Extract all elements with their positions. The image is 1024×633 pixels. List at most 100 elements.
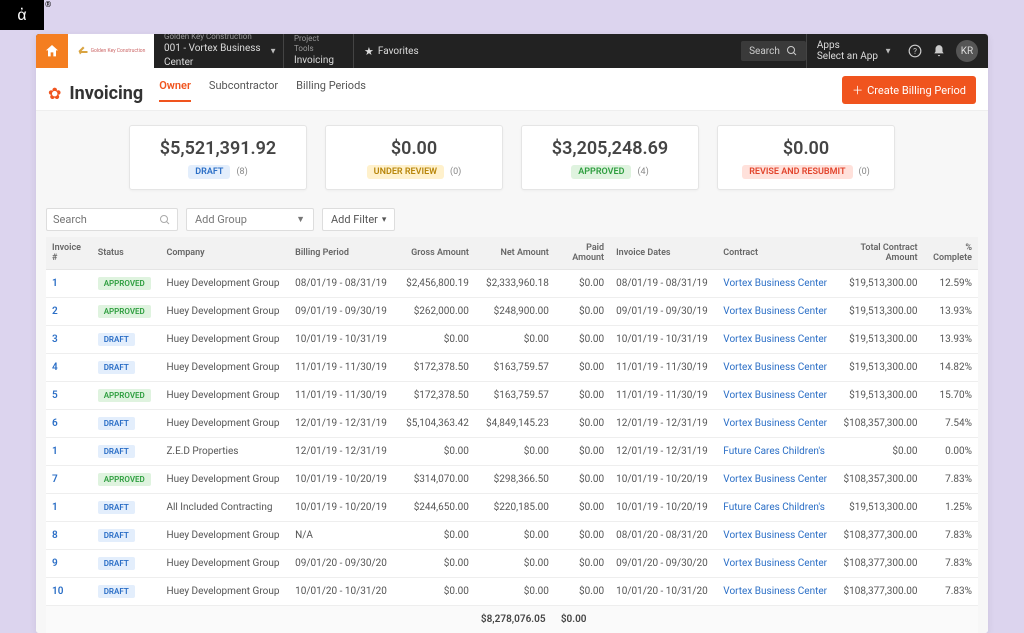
column-header[interactable]: Net Amount xyxy=(475,237,555,270)
table-row[interactable]: 5 APPROVED Huey Development Group 11/01/… xyxy=(46,382,978,410)
invoice-link[interactable]: 9 xyxy=(52,558,58,569)
company-logo[interactable]: Golden Key Construction xyxy=(68,34,154,68)
global-search[interactable]: Search xyxy=(741,34,806,68)
create-billing-period-button[interactable]: ＋ Create Billing Period xyxy=(842,76,976,104)
invoice-link[interactable]: 4 xyxy=(52,362,58,373)
table-row[interactable]: 3 DRAFT Huey Development Group 10/01/19 … xyxy=(46,326,978,354)
contract-link[interactable]: Vortex Business Center xyxy=(723,306,827,317)
stat-pill: REVISE AND RESUBMIT xyxy=(742,165,852,179)
contract-link[interactable]: Vortex Business Center xyxy=(723,586,827,597)
help-icon[interactable]: ? xyxy=(908,44,922,58)
column-header[interactable]: % Complete xyxy=(924,237,978,270)
paid-cell: $0.00 xyxy=(555,550,610,578)
caret-down-icon: ▼ xyxy=(296,214,305,225)
table-row[interactable]: 6 DRAFT Huey Development Group 12/01/19 … xyxy=(46,410,978,438)
invoice-link[interactable]: 1 xyxy=(52,446,58,457)
invoice-link[interactable]: 8 xyxy=(52,530,58,541)
column-header[interactable]: Billing Period xyxy=(289,237,396,270)
contract-link[interactable]: Vortex Business Center xyxy=(723,362,827,373)
invoice-link[interactable]: 1 xyxy=(52,502,58,513)
column-header[interactable]: Contract xyxy=(717,237,834,270)
apps-selector[interactable]: Apps Select an App ▼ xyxy=(806,34,898,68)
stat-pill: DRAFT xyxy=(188,165,230,179)
invoice-link[interactable]: 7 xyxy=(52,474,58,485)
column-header[interactable]: Paid Amount xyxy=(555,237,610,270)
contract-link[interactable]: Vortex Business Center xyxy=(723,278,827,289)
table-row[interactable]: 1 DRAFT All Included Contracting 10/01/1… xyxy=(46,494,978,522)
billing-period-cell: 10/01/20 - 10/31/20 xyxy=(289,578,396,606)
add-filter-button[interactable]: Add Filter ▾ xyxy=(322,208,395,231)
net-cell: $0.00 xyxy=(475,326,555,354)
contract-link[interactable]: Future Cares Children's xyxy=(723,446,825,457)
contract-link[interactable]: Vortex Business Center xyxy=(723,390,827,401)
invoice-link[interactable]: 1 xyxy=(52,278,58,289)
column-header[interactable]: Invoice # xyxy=(46,237,92,270)
project-company-label: Golden Key Construction xyxy=(164,34,265,42)
paid-cell: $0.00 xyxy=(555,326,610,354)
billing-period-cell: 09/01/19 - 09/30/19 xyxy=(289,298,396,326)
column-header[interactable]: Company xyxy=(160,237,289,270)
table-row[interactable]: 10 DRAFT Huey Development Group 10/01/20… xyxy=(46,578,978,606)
table-row[interactable]: 2 APPROVED Huey Development Group 09/01/… xyxy=(46,298,978,326)
billing-period-cell: 10/01/19 - 10/31/19 xyxy=(289,326,396,354)
table-row[interactable]: 4 DRAFT Huey Development Group 11/01/19 … xyxy=(46,354,978,382)
paid-cell: $0.00 xyxy=(555,354,610,382)
home-button[interactable] xyxy=(36,34,68,68)
avatar[interactable]: KR xyxy=(956,40,978,62)
contract-link[interactable]: Vortex Business Center xyxy=(723,530,827,541)
paid-cell: $0.00 xyxy=(555,522,610,550)
stat-card[interactable]: $5,521,391.92 DRAFT (8) xyxy=(129,125,307,190)
net-cell: $2,333,960.18 xyxy=(475,270,555,298)
contract-link[interactable]: Vortex Business Center xyxy=(723,418,827,429)
contract-link[interactable]: Future Cares Children's xyxy=(723,502,825,513)
status-badge: DRAFT xyxy=(98,529,135,542)
stat-card[interactable]: $3,205,248.69 APPROVED (4) xyxy=(521,125,699,190)
bell-icon[interactable] xyxy=(932,44,946,58)
search-input-wrapper[interactable] xyxy=(46,208,178,231)
net-cell: $220,185.00 xyxy=(475,494,555,522)
invoice-link[interactable]: 6 xyxy=(52,418,58,429)
tca-cell: $0.00 xyxy=(834,438,923,466)
contract-link[interactable]: Vortex Business Center xyxy=(723,334,827,345)
gross-cell: $2,456,800.19 xyxy=(396,270,475,298)
table-row[interactable]: 1 DRAFT Z.E.D Properties 12/01/19 - 12/3… xyxy=(46,438,978,466)
contract-link[interactable]: Vortex Business Center xyxy=(723,474,827,485)
tab-subcontractor[interactable]: Subcontractor xyxy=(209,79,278,102)
column-header[interactable]: Total Contract Amount xyxy=(834,237,923,270)
pct-cell: 7.83% xyxy=(924,466,978,494)
invoice-link[interactable]: 5 xyxy=(52,390,58,401)
table-row[interactable]: 9 DRAFT Huey Development Group 09/01/20 … xyxy=(46,550,978,578)
tca-cell: $108,357,300.00 xyxy=(834,466,923,494)
stat-card[interactable]: $0.00 REVISE AND RESUBMIT (0) xyxy=(717,125,895,190)
search-input[interactable] xyxy=(53,213,153,226)
invoice-link[interactable]: 2 xyxy=(52,306,58,317)
invoice-link[interactable]: 10 xyxy=(52,586,63,597)
gear-icon[interactable]: ✿ xyxy=(48,84,61,103)
contract-link[interactable]: Vortex Business Center xyxy=(723,558,827,569)
tab-billing-periods[interactable]: Billing Periods xyxy=(296,79,366,102)
paid-cell: $0.00 xyxy=(555,578,610,606)
tca-cell: $19,513,300.00 xyxy=(834,354,923,382)
add-group-dropdown[interactable]: Add Group ▼ xyxy=(186,208,314,231)
tca-cell: $19,513,300.00 xyxy=(834,382,923,410)
project-selector[interactable]: Golden Key Construction 001 - Vortex Bus… xyxy=(154,34,284,68)
stat-pill: UNDER REVIEW xyxy=(367,165,444,179)
paid-cell: $0.00 xyxy=(555,270,610,298)
column-header[interactable]: Gross Amount xyxy=(396,237,475,270)
favorites-button[interactable]: ★ Favorites xyxy=(354,34,429,68)
invoice-link[interactable]: 3 xyxy=(52,334,58,345)
net-cell: $248,900.00 xyxy=(475,298,555,326)
tools-label: Project Tools xyxy=(294,34,335,53)
stat-card[interactable]: $0.00 UNDER REVIEW (0) xyxy=(325,125,503,190)
table-row[interactable]: 7 APPROVED Huey Development Group 10/01/… xyxy=(46,466,978,494)
table-row[interactable]: 8 DRAFT Huey Development Group N/A $0.00… xyxy=(46,522,978,550)
tab-owner[interactable]: Owner xyxy=(159,79,191,102)
table-row[interactable]: 1 APPROVED Huey Development Group 08/01/… xyxy=(46,270,978,298)
status-badge: APPROVED xyxy=(98,305,151,318)
tools-selector[interactable]: Project Tools Invoicing xyxy=(284,34,354,68)
column-header[interactable]: Invoice Dates xyxy=(610,237,717,270)
page-header: ✿ Invoicing Owner Subcontractor Billing … xyxy=(36,68,988,111)
status-badge: DRAFT xyxy=(98,557,135,570)
external-logo: ἀ xyxy=(0,0,44,30)
column-header[interactable]: Status xyxy=(92,237,161,270)
